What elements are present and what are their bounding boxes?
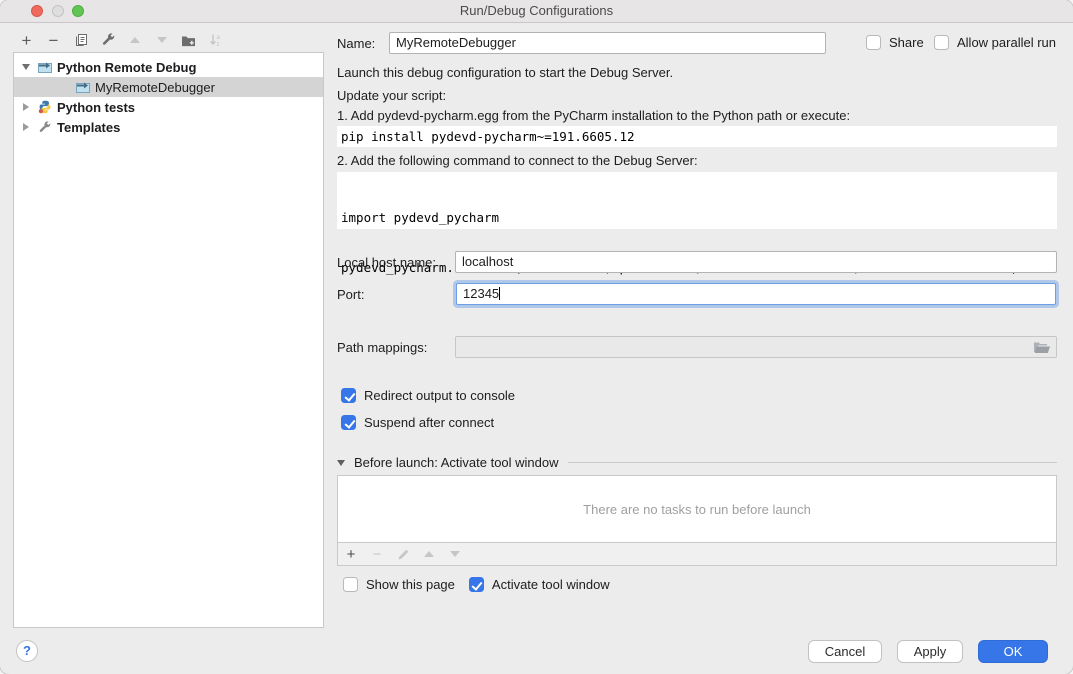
tree-item-label: Templates	[57, 120, 120, 135]
suspend-after-connect-checkbox[interactable]	[341, 415, 356, 430]
before-launch-section-header[interactable]: Before launch: Activate tool window	[337, 455, 1057, 470]
add-task-button[interactable]: +	[338, 544, 364, 564]
remove-configuration-button[interactable]: −	[40, 29, 67, 51]
question-mark-icon: ?	[23, 643, 31, 658]
ok-button[interactable]: OK	[978, 640, 1048, 663]
minus-icon: −	[49, 32, 59, 49]
activate-tool-window-checkbox[interactable]	[469, 577, 484, 592]
allow-parallel-run-label: Allow parallel run	[957, 35, 1056, 50]
port-input[interactable]: 12345	[456, 283, 1056, 305]
show-this-page-row: Show this page Activate tool window	[343, 577, 610, 592]
port-label: Port:	[337, 287, 364, 303]
suspend-after-connect-row: Suspend after connect	[341, 415, 494, 430]
expand-icon[interactable]	[21, 123, 31, 131]
before-launch-toolbar: + −	[337, 543, 1057, 566]
help-button[interactable]: ?	[16, 640, 38, 662]
show-this-page-label: Show this page	[366, 577, 455, 592]
arrow-up-icon	[424, 551, 434, 557]
expand-icon[interactable]	[21, 103, 31, 111]
title-bar: Run/Debug Configurations	[0, 0, 1073, 23]
tree-item-templates[interactable]: Templates	[14, 117, 323, 137]
pencil-icon	[397, 548, 410, 561]
svg-text:a: a	[217, 35, 221, 41]
share-checkbox-row: Share	[866, 35, 924, 50]
remove-task-button: −	[364, 544, 390, 564]
local-host-label: Local host name:	[337, 255, 436, 271]
add-configuration-button[interactable]: +	[13, 29, 40, 51]
apply-button[interactable]: Apply	[897, 640, 963, 663]
move-task-down-button	[442, 544, 468, 564]
update-script-text: Update your script:	[337, 88, 446, 104]
run-debug-configurations-dialog: Run/Debug Configurations + − az Python R…	[0, 0, 1073, 674]
copy-icon	[74, 33, 88, 47]
edit-task-button	[390, 544, 416, 564]
plus-icon: +	[22, 32, 32, 49]
share-checkbox[interactable]	[866, 35, 881, 50]
step1-text: 1. Add pydevd-pycharm.egg from the PyCha…	[337, 108, 850, 124]
python-tests-icon	[37, 100, 52, 114]
share-label: Share	[889, 35, 924, 50]
show-this-page-checkbox[interactable]	[343, 577, 358, 592]
arrow-up-icon	[130, 37, 140, 43]
svg-text:z: z	[217, 42, 220, 47]
tree-item-myremotedebugger[interactable]: MyRemoteDebugger	[14, 77, 323, 97]
pip-command-code: pip install pydevd-pycharm~=191.6605.12	[337, 126, 1057, 147]
arrow-down-icon	[157, 37, 167, 43]
edit-defaults-button[interactable]	[94, 29, 121, 51]
local-host-input[interactable]: localhost	[455, 251, 1057, 273]
tree-item-python-remote-debug[interactable]: Python Remote Debug	[14, 57, 323, 77]
intro-text: Launch this debug configuration to start…	[337, 65, 673, 81]
remote-debug-config-icon	[37, 61, 52, 73]
sort-configurations-button: az	[202, 29, 229, 51]
settrace-code-block: import pydevd_pycharm pydevd_pycharm.set…	[337, 172, 1057, 229]
tree-item-python-tests[interactable]: Python tests	[14, 97, 323, 117]
move-down-button	[148, 29, 175, 51]
allow-parallel-run-checkbox[interactable]	[934, 35, 949, 50]
configurations-tree: Python Remote Debug MyRemoteDebugger Pyt…	[13, 52, 324, 628]
redirect-output-row: Redirect output to console	[341, 388, 515, 403]
move-up-button	[121, 29, 148, 51]
new-folder-button[interactable]	[175, 29, 202, 51]
plus-icon: +	[347, 546, 356, 563]
path-mappings-input[interactable]	[455, 336, 1057, 358]
browse-folder-icon[interactable]	[1033, 341, 1051, 354]
move-task-up-button	[416, 544, 442, 564]
templates-wrench-icon	[37, 121, 52, 134]
new-folder-icon	[181, 34, 196, 47]
activate-tool-window-label: Activate tool window	[492, 577, 610, 592]
window-title: Run/Debug Configurations	[0, 0, 1073, 22]
cancel-button[interactable]: Cancel	[808, 640, 882, 663]
step2-text: 2. Add the following command to connect …	[337, 153, 698, 169]
tree-item-label: MyRemoteDebugger	[95, 80, 215, 95]
arrow-down-icon	[450, 551, 460, 557]
redirect-output-label: Redirect output to console	[364, 388, 515, 403]
minus-icon: −	[373, 546, 382, 563]
collapse-icon[interactable]	[337, 460, 345, 466]
tree-item-label: Python Remote Debug	[57, 60, 196, 75]
remote-debug-config-icon	[75, 81, 90, 93]
name-label: Name:	[337, 36, 375, 52]
name-input[interactable]: MyRemoteDebugger	[389, 32, 826, 54]
tree-item-label: Python tests	[57, 100, 135, 115]
wrench-icon	[101, 33, 115, 47]
configurations-toolbar: + − az	[13, 29, 229, 51]
path-mappings-label: Path mappings:	[337, 340, 427, 356]
suspend-after-connect-label: Suspend after connect	[364, 415, 494, 430]
empty-tasks-message: There are no tasks to run before launch	[583, 502, 811, 517]
text-cursor	[499, 287, 500, 300]
redirect-output-checkbox[interactable]	[341, 388, 356, 403]
code-line-1: import pydevd_pycharm	[341, 208, 1057, 228]
collapse-icon[interactable]	[21, 64, 31, 70]
copy-configuration-button[interactable]	[67, 29, 94, 51]
allow-parallel-run-checkbox-row: Allow parallel run	[934, 35, 1056, 50]
before-launch-title: Before launch: Activate tool window	[354, 455, 559, 470]
before-launch-task-list[interactable]: There are no tasks to run before launch	[337, 475, 1057, 543]
sort-alphabetically-icon: az	[209, 33, 222, 47]
section-divider	[568, 462, 1057, 463]
